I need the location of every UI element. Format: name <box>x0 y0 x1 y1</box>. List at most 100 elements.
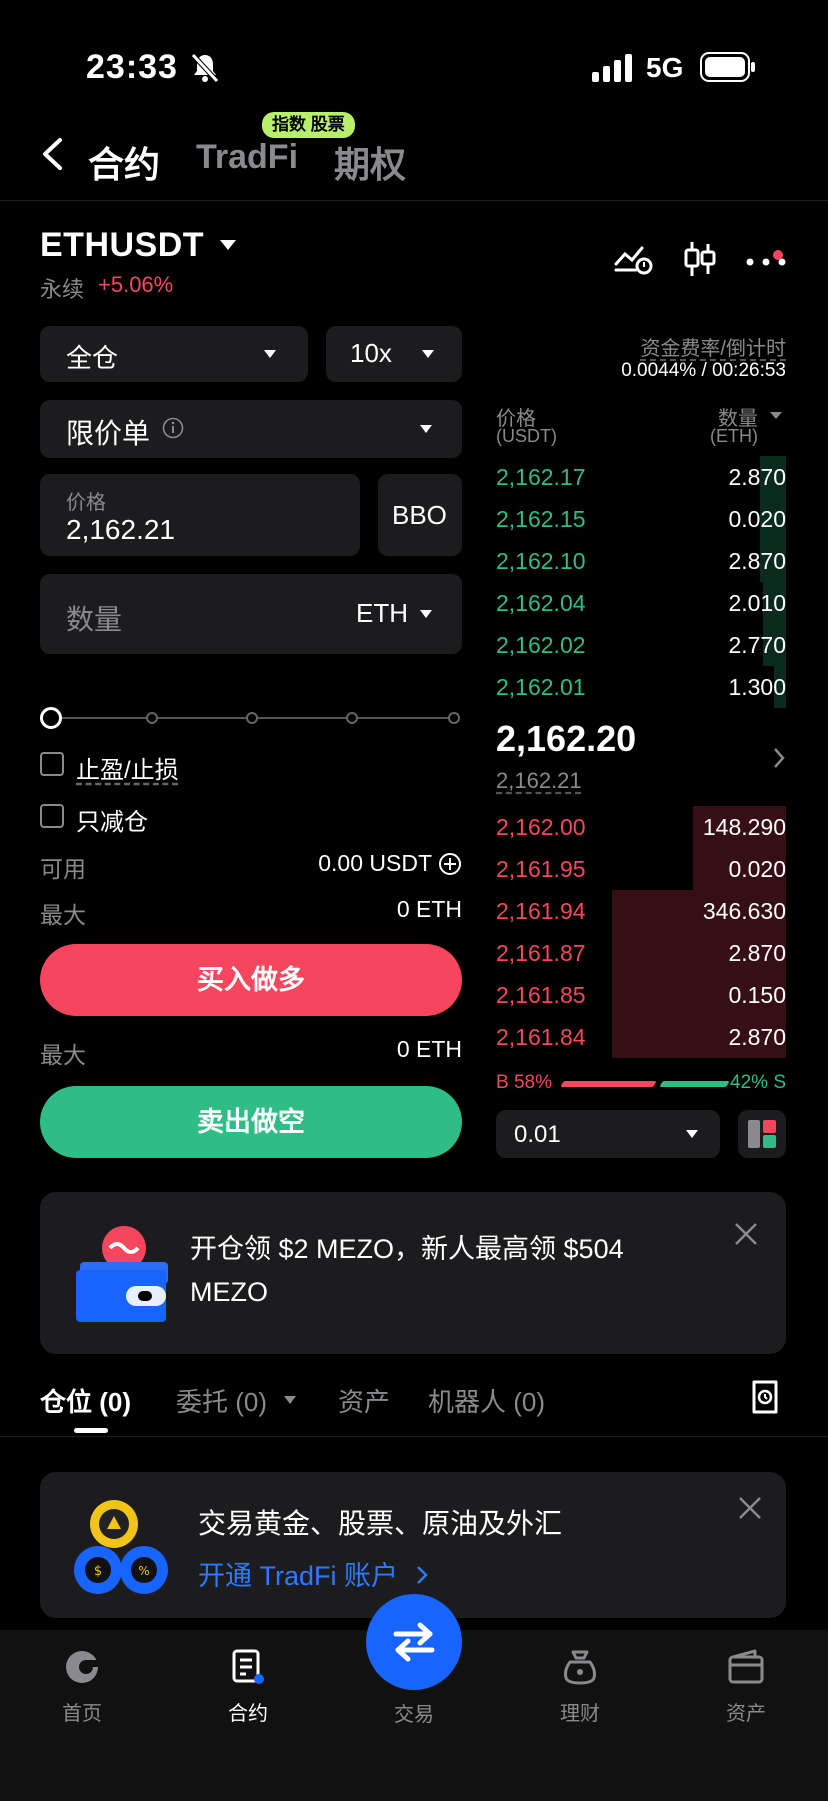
orderbook-row-green[interactable]: 2,162.04 2.010 <box>496 582 786 624</box>
tab-assets[interactable]: 资产 <box>338 1382 390 1419</box>
tab-options[interactable]: 期权 <box>334 136 406 188</box>
orderbook-price: 2,162.15 <box>496 506 586 532</box>
orderbook-price: 2,161.95 <box>496 856 586 882</box>
ob-qty-caret-icon[interactable] <box>770 412 782 419</box>
slider-stop[interactable] <box>246 712 258 724</box>
quantity-input[interactable]: 数量 ETH <box>40 574 462 654</box>
symbol-caret-icon[interactable] <box>220 240 236 250</box>
tab-orders-caret-icon[interactable] <box>284 1396 296 1404</box>
precision-select[interactable]: 0.01 <box>496 1110 720 1158</box>
quantity-unit[interactable]: ETH <box>356 598 408 629</box>
quantity-placeholder: 数量 <box>66 604 123 635</box>
tradfi-card-link[interactable]: 开通 TradFi 账户 <box>198 1554 428 1593</box>
tp-sl-label[interactable]: 止盈/止损 <box>76 750 179 785</box>
buy-ratio-bar <box>560 1081 657 1087</box>
chevron-down-icon <box>420 610 432 618</box>
quantity-slider[interactable] <box>40 706 462 730</box>
header-divider <box>0 200 828 201</box>
info-icon[interactable] <box>162 417 184 444</box>
order-type-value: 限价单 <box>66 418 151 449</box>
price-input[interactable]: 价格 2,162.21 <box>40 474 360 556</box>
tabs-divider <box>0 1436 828 1437</box>
max-sell-value: 0 ETH <box>396 1036 462 1062</box>
mark-price: 2,162.21 <box>496 768 582 793</box>
chevron-down-icon <box>422 350 434 358</box>
orderbook-row-green[interactable]: 2,162.01 1.300 <box>496 666 786 708</box>
price-alert-icon[interactable] <box>614 242 654 281</box>
tab-positions[interactable]: 仓位 (0) <box>40 1382 131 1419</box>
tab-contract[interactable]: 合约 <box>88 136 160 188</box>
orderbook-row-green[interactable]: 2,162.17 2.870 <box>496 456 786 498</box>
promo-text: 开仓领 $2 MEZO，新人最高领 $504 MEZO <box>190 1234 624 1307</box>
orderbook-layout-button[interactable] <box>738 1110 786 1158</box>
nav-assets-label: 资产 <box>726 1703 766 1725</box>
margin-mode-value: 全仓 <box>66 343 119 373</box>
bbo-label: BBO <box>392 500 447 530</box>
wallet-icon <box>728 1649 764 1684</box>
tab-orders[interactable]: 委托 (0) <box>176 1382 267 1419</box>
orderbook-price: 2,161.87 <box>496 940 586 966</box>
close-icon[interactable] <box>738 1496 762 1525</box>
orderbook-row-red[interactable]: 2,161.84 2.870 <box>496 1016 786 1058</box>
tp-sl-checkbox[interactable] <box>40 752 64 776</box>
reduce-only-checkbox[interactable] <box>40 804 64 828</box>
orderbook-price: 2,161.84 <box>496 1024 586 1050</box>
slider-stop[interactable] <box>346 712 358 724</box>
nav-contract-label: 合约 <box>228 1703 268 1725</box>
orderbook-qty: 2.770 <box>728 632 786 658</box>
back-icon[interactable] <box>40 137 64 176</box>
available-label: 可用 <box>40 856 86 882</box>
nav-earn[interactable]: 理财 <box>520 1648 640 1726</box>
buy-ratio: B 58% <box>496 1072 552 1093</box>
orderbook-row-green[interactable]: 2,162.10 2.870 <box>496 540 786 582</box>
battery-icon <box>700 52 756 87</box>
nav-home[interactable]: 首页 <box>22 1648 142 1726</box>
orderbook-row-red[interactable]: 2,161.85 0.150 <box>496 974 786 1016</box>
margin-mode-select[interactable]: 全仓 <box>40 326 308 382</box>
candlestick-chart-icon[interactable] <box>682 240 718 283</box>
earn-icon <box>564 1650 596 1685</box>
funding-label[interactable]: 资金费率/倒计时 <box>640 332 786 361</box>
price-change: +5.06% <box>98 272 174 297</box>
orderbook-row-red[interactable]: 2,161.95 0.020 <box>496 848 786 890</box>
nav-assets[interactable]: 资产 <box>686 1648 806 1726</box>
orderbook-row-green[interactable]: 2,162.02 2.770 <box>496 624 786 666</box>
max-sell-label: 最大 <box>40 1042 86 1068</box>
tab-bots[interactable]: 机器人 (0) <box>428 1382 545 1419</box>
tradfi-badge: 指数 股票 <box>262 112 355 138</box>
signal-icon <box>592 54 634 87</box>
price-input-value: 2,162.21 <box>66 514 175 545</box>
nav-contract[interactable]: 合约 <box>188 1648 308 1726</box>
leverage-select[interactable]: 10x <box>326 326 462 382</box>
orderbook-row-green[interactable]: 2,162.15 0.020 <box>496 498 786 540</box>
slider-thumb[interactable] <box>40 707 62 729</box>
orderbook-price: 2,162.01 <box>496 674 586 700</box>
chevron-right-icon[interactable] <box>772 746 786 775</box>
tab-active-indicator <box>74 1428 108 1433</box>
orderbook-price: 2,162.00 <box>496 814 586 840</box>
tradfi-link-label: 开通 TradFi 账户 <box>198 1561 399 1591</box>
orderbook-row-red[interactable]: 2,161.94 346.630 <box>496 890 786 932</box>
sell-ratio: 42% S <box>730 1072 786 1093</box>
ob-price-unit: (USDT) <box>496 426 557 446</box>
orderbook-price: 2,161.94 <box>496 898 586 924</box>
bbo-button[interactable]: BBO <box>378 474 462 556</box>
slider-stop[interactable] <box>146 712 158 724</box>
nav-trade[interactable]: 交易 <box>354 1648 474 1727</box>
buy-long-button[interactable]: 买入做多 <box>40 944 462 1016</box>
svg-text:$: $ <box>94 1564 102 1579</box>
more-icon[interactable] <box>746 250 790 275</box>
sell-short-button[interactable]: 卖出做空 <box>40 1086 462 1158</box>
add-funds-icon[interactable] <box>438 852 462 881</box>
close-icon[interactable] <box>734 1222 758 1251</box>
orderbook-row-red[interactable]: 2,161.87 2.870 <box>496 932 786 974</box>
orderbook-row-red[interactable]: 2,162.00 148.290 <box>496 806 786 848</box>
promo-banner[interactable]: 开仓领 $2 MEZO，新人最高领 $504 MEZO <box>40 1192 786 1354</box>
slider-stop[interactable] <box>448 712 460 724</box>
order-type-select[interactable]: 限价单 <box>40 400 462 458</box>
orderbook-qty: 148.290 <box>702 814 786 840</box>
history-icon[interactable] <box>750 1380 780 1419</box>
tab-tradfi[interactable]: TradFi <box>196 138 298 177</box>
reduce-only-label[interactable]: 只减仓 <box>76 802 148 837</box>
symbol-name[interactable]: ETHUSDT <box>40 226 204 265</box>
